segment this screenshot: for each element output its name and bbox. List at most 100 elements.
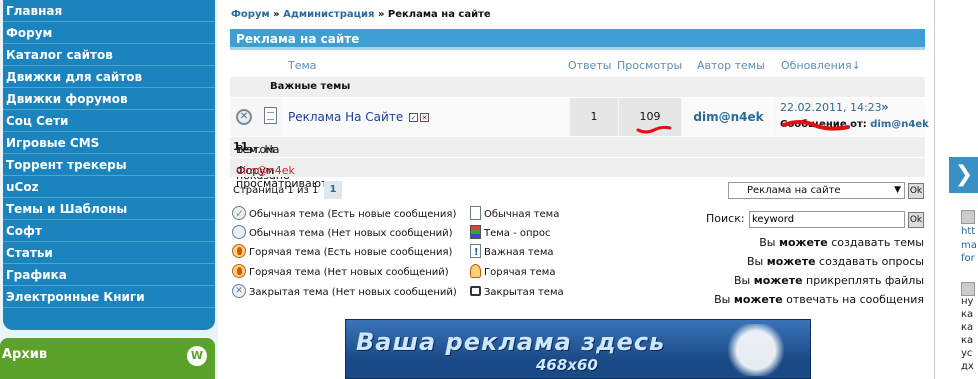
topic-title-line: Реклама На Сайте ✓ ✕ [288,110,430,124]
viewer-user[interactable]: dim@n4ek [236,164,295,177]
closed-topic-icon: ✕ [236,109,252,125]
perm-bold: можете [753,274,803,287]
splash-decoration [716,324,796,376]
sidebar-item-themes[interactable]: Темы и Шаблоны [3,198,215,220]
right-text[interactable]: htt [961,226,975,237]
section-header: Важные темы [230,77,925,97]
important-icon [470,244,481,261]
breadcrumb-admin[interactable]: Администрация [283,9,374,20]
legend-label: Горячая тема (Есть новые сообщения) [249,247,453,258]
lock-icon [470,286,481,296]
sidebar-item-social[interactable]: Соц Сети [3,110,215,132]
search-label: Поиск: [706,212,745,225]
closed-topic-icon: ✕ [232,284,246,298]
updated-date[interactable]: 22.02.2011, 14:23 [780,101,882,114]
breadcrumb-forum[interactable]: Форум [231,9,270,20]
poll-icon [470,225,481,239]
perm-bold: можете [766,255,816,268]
breadcrumb-current: Реклама на сайте [387,9,491,20]
right-text: ус [961,348,973,359]
sidebar: Главная Форум Каталог сайтов Движки для … [0,0,218,379]
perm-post: отвечать на сообщения [782,293,924,306]
legend-label: Горячая тема [484,267,556,278]
legend-item: Обычная тема (Есть новые сообщения) [232,205,457,223]
perm-post: создавать опросы [815,255,924,268]
permission-line: Вы можете прикреплять файлы [734,274,924,287]
legend-item: Горячая тема (Нет новых сообщений) [232,264,449,281]
perm-post: прикреплять файлы [802,274,924,287]
sidebar-item-ebooks[interactable]: Электронные Книги [3,286,215,308]
sidebar-item-site-catalog[interactable]: Каталог сайтов [3,44,215,66]
next-arrow-icon[interactable]: ❯ [949,157,978,193]
sidebar-item-game-cms[interactable]: Игровые CMS [3,132,215,154]
topic-author[interactable]: dim@n4ek [682,98,775,136]
legend-label: Закрытая тема (Нет новых сообщений) [249,287,457,298]
perm-bold: можете [778,236,828,249]
right-text[interactable]: for [961,253,975,264]
section-label: Важные темы [270,81,351,92]
sidebar-item-forum-engines[interactable]: Движки форумов [3,88,215,110]
col-views: Просмотры [617,59,683,72]
col-replies: Ответы [568,59,612,72]
avatar [961,210,975,224]
sidebar-item-graphics[interactable]: Графика [3,264,215,286]
breadcrumb-sep: » [273,9,280,20]
forum-jump-ok-button[interactable]: Ok [908,183,924,199]
banner-size: 468x60 [536,356,598,374]
search-ok-button[interactable]: Ok [908,212,924,228]
forum-jump-select[interactable]: Реклама на сайте ▼ [728,182,905,199]
hot-new-icon [232,244,246,258]
checkbox-icon[interactable]: ✓ [409,113,419,122]
sidebar-item-home[interactable]: Главная [3,0,215,22]
legend-item: Тема - опрос [470,225,551,242]
perm-pre: Вы [747,255,767,268]
forum-jump-value: Реклама на сайте [747,185,841,196]
sidebar-item-torrent[interactable]: Торрент трекеры [3,154,215,176]
w-icon[interactable]: W [187,346,207,366]
col-topic: Тема [288,59,317,72]
last-message-user[interactable]: dim@n4ek [870,119,929,130]
topic-title-link[interactable]: Реклама На Сайте [288,110,403,124]
topic-type-cell [259,98,281,136]
right-text: ка [961,335,974,346]
delete-icon[interactable]: ✕ [420,113,430,122]
topic-replies: 1 [570,98,618,136]
legend-label: Тема - опрос [484,228,551,239]
ad-banner[interactable]: Ваша реклама здесь 468x60 [345,319,811,379]
legend-item: Горячая тема (Есть новые сообщения) [232,244,452,261]
fire-icon [470,264,481,278]
archive-panel: Архив W [0,338,215,379]
topic-status-cell: ✕ [230,98,258,136]
search-input[interactable] [749,211,905,228]
right-text: ка [961,309,974,320]
forum-stats-text: В этом форуме 1 тем. На странице показан… [233,140,291,182]
sidebar-item-site-engines[interactable]: Движки для сайтов [3,66,215,88]
legend-item: ✕ Закрытая тема (Нет новых сообщений) [232,284,457,301]
permission-line: Вы можете создавать опросы [747,255,924,268]
sidebar-item-soft[interactable]: Софт [3,220,215,242]
legend-label: Горячая тема (Нет новых сообщений) [249,267,449,278]
perm-bold: можете [733,293,783,306]
page-number-button[interactable]: 1 [324,181,342,199]
sidebar-item-ucoz[interactable]: uCoz [3,176,215,198]
red-underline-views [636,125,672,134]
sidebar-item-forum[interactable]: Форум [3,22,215,44]
go-to-last-icon[interactable]: » [881,100,889,114]
right-column: ❯ htt ma for ну ка ка ка ус дх [934,0,978,379]
topic-title-cell: Реклама На Сайте ✓ ✕ [282,98,569,136]
col-updated[interactable]: Обновления↓ [781,59,861,72]
archive-label[interactable]: Архив [2,347,47,362]
breadcrumb-sep: » [377,9,385,20]
stats-suffix: тем. [236,143,261,156]
col-author: Автор темы [697,59,765,72]
banner-headline: Ваша реклама здесь [356,328,666,356]
legend-label: Закрытая тема [484,287,564,298]
right-text: ну [961,296,974,307]
sidebar-menu: Главная Форум Каталог сайтов Движки для … [3,0,215,330]
sidebar-item-articles[interactable]: Статьи [3,242,215,264]
table-header: Тема Ответы Просмотры Автор темы Обновле… [230,56,925,76]
no-new-posts-icon [232,225,246,239]
right-text[interactable]: ma [961,240,977,251]
legend-label: Обычная тема (Нет новых сообщений) [249,228,453,239]
legend-label: Обычная тема (Есть новые сообщения) [249,209,457,220]
